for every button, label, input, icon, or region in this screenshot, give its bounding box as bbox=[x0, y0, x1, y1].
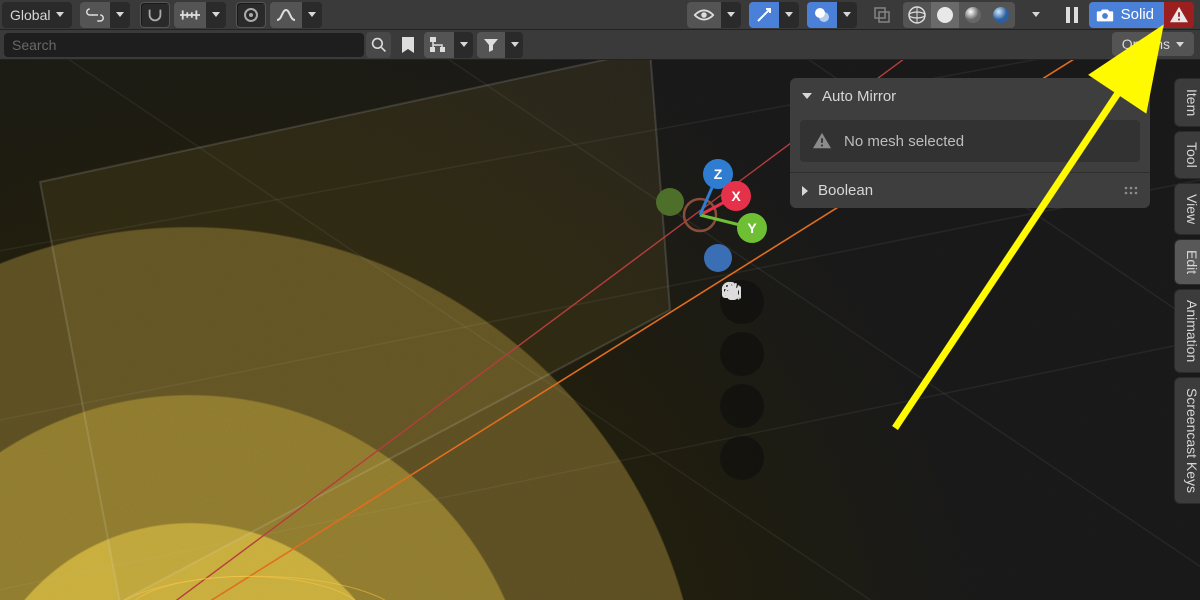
overlay-dropdown[interactable] bbox=[837, 2, 857, 28]
gizmo-icon[interactable] bbox=[749, 2, 779, 28]
chevron-down-icon bbox=[802, 93, 812, 99]
viewport-shading-chip[interactable]: Solid bbox=[1089, 2, 1164, 28]
panel-warning: No mesh selected bbox=[800, 120, 1140, 162]
warning-icon bbox=[1169, 6, 1189, 24]
link-dropdown[interactable] bbox=[110, 2, 130, 28]
side-tab-tool[interactable]: Tool bbox=[1174, 131, 1200, 179]
snap-icon[interactable] bbox=[140, 2, 170, 28]
axis-y[interactable]: Y bbox=[737, 213, 767, 243]
grip-icon[interactable] bbox=[1124, 91, 1138, 101]
side-tab-view[interactable]: View bbox=[1174, 183, 1200, 235]
orientation-dropdown[interactable]: Global bbox=[2, 2, 72, 28]
overlay-icon[interactable] bbox=[807, 2, 837, 28]
bookmark-icon[interactable] bbox=[395, 32, 420, 58]
perspective-tool[interactable] bbox=[720, 436, 764, 480]
visibility-dropdown[interactable] bbox=[721, 2, 741, 28]
svg-text:Y: Y bbox=[747, 220, 757, 236]
proportional-icon[interactable] bbox=[236, 2, 266, 28]
material-preview-icon[interactable] bbox=[959, 2, 987, 28]
falloff-dropdown[interactable] bbox=[302, 2, 322, 28]
link-icon[interactable] bbox=[80, 2, 110, 28]
panel-title: Auto Mirror bbox=[822, 88, 1114, 105]
side-tab-screencast[interactable]: Screencast Keys bbox=[1174, 377, 1200, 504]
viewport-shading-label: Solid bbox=[1121, 6, 1154, 23]
navigation-gizmo[interactable]: Z X Y bbox=[640, 150, 770, 280]
pan-tool[interactable] bbox=[720, 332, 764, 376]
hierarchy-dropdown[interactable] bbox=[454, 32, 472, 58]
camera-view-tool[interactable] bbox=[720, 384, 764, 428]
side-tab-edit[interactable]: Edit bbox=[1174, 239, 1200, 285]
visibility-icon[interactable] bbox=[687, 2, 721, 28]
svg-text:Z: Z bbox=[714, 166, 723, 182]
funnel-dropdown[interactable] bbox=[505, 32, 524, 58]
warning-indicator[interactable] bbox=[1164, 2, 1194, 28]
side-panel: Auto Mirror No mesh selected Boolean bbox=[790, 78, 1150, 208]
warning-icon bbox=[812, 132, 832, 150]
side-tab-item[interactable]: Item bbox=[1174, 78, 1200, 127]
orientation-label: Global bbox=[10, 7, 50, 23]
panel-auto-mirror-header[interactable]: Auto Mirror bbox=[790, 78, 1150, 114]
chevron-down-icon bbox=[1176, 42, 1184, 47]
snap-settings-icon[interactable] bbox=[174, 2, 206, 28]
panel-warning-text: No mesh selected bbox=[844, 133, 964, 150]
svg-text:X: X bbox=[731, 188, 741, 204]
snap-settings-dropdown[interactable] bbox=[206, 2, 226, 28]
chevron-down-icon bbox=[56, 12, 64, 17]
options-label: Options bbox=[1122, 36, 1170, 52]
gizmo-dropdown[interactable] bbox=[779, 2, 799, 28]
chevron-right-icon bbox=[802, 186, 808, 196]
falloff-icon[interactable] bbox=[270, 2, 302, 28]
search-placeholder: Search bbox=[12, 37, 56, 53]
funnel-icon[interactable] bbox=[477, 32, 505, 58]
hierarchy-icon[interactable] bbox=[424, 32, 454, 58]
panel-title: Boolean bbox=[818, 182, 1114, 199]
options-dropdown[interactable]: Options bbox=[1112, 32, 1194, 56]
solid-shading-icon[interactable] bbox=[931, 2, 959, 28]
wireframe-shading-icon[interactable] bbox=[903, 2, 931, 28]
search-input[interactable]: Search bbox=[4, 33, 364, 57]
shading-dropdown[interactable] bbox=[1023, 2, 1049, 28]
grip-icon[interactable] bbox=[1124, 186, 1138, 196]
side-tab-animation[interactable]: Animation bbox=[1174, 289, 1200, 373]
rendered-shading-icon[interactable] bbox=[987, 2, 1015, 28]
xray-icon[interactable] bbox=[869, 2, 895, 28]
axis-x[interactable]: X bbox=[721, 181, 751, 211]
panel-boolean-header[interactable]: Boolean bbox=[790, 172, 1150, 208]
search-icon[interactable] bbox=[366, 32, 391, 58]
camera-icon bbox=[1095, 7, 1115, 23]
pause-icon[interactable] bbox=[1059, 2, 1085, 28]
side-tabs: Item Tool View Edit Animation Screencast… bbox=[1174, 78, 1200, 504]
